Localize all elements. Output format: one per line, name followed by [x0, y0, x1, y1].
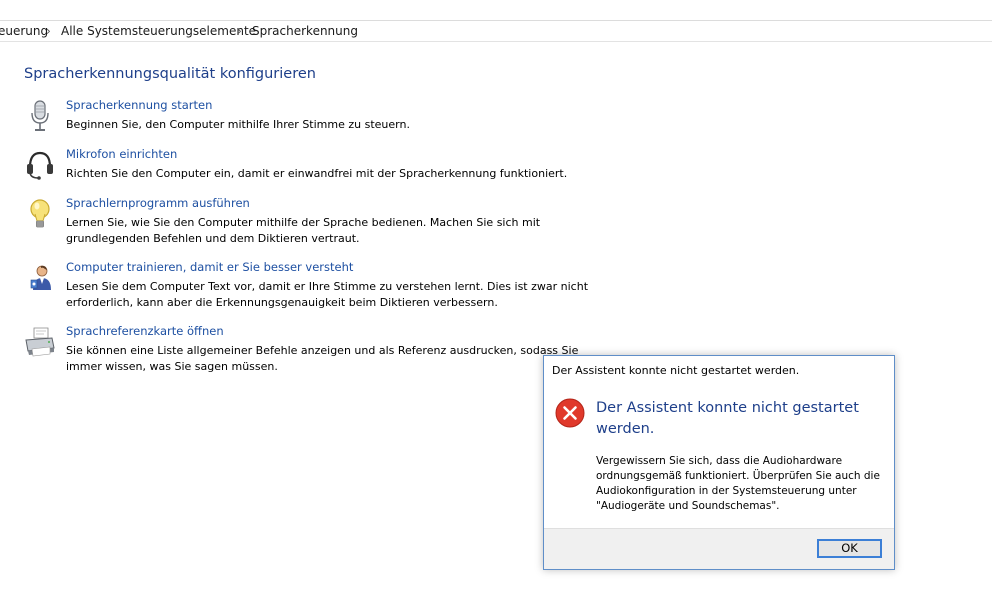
- breadcrumb-separator-icon: ›: [46, 24, 51, 38]
- train-computer-description: Lesen Sie dem Computer Text vor, damit e…: [66, 280, 589, 309]
- start-recognition-description: Beginnen Sie, den Computer mithilfe Ihre…: [66, 118, 410, 131]
- reference-card-link[interactable]: Sprachreferenzkarte öffnen: [66, 324, 224, 338]
- setup-microphone-description: Richten Sie den Computer ein, damit er e…: [66, 167, 568, 180]
- error-dialog: Der Assistent konnte nicht gestartet wer…: [543, 355, 895, 570]
- breadcrumb-item-spracherkennung[interactable]: Spracherkennung: [252, 24, 358, 38]
- breadcrumb-separator-icon: ›: [237, 24, 242, 38]
- ok-button[interactable]: OK: [817, 539, 882, 558]
- page-title: Spracherkennungsqualität konfigurieren: [24, 66, 316, 82]
- printer-icon: [22, 324, 58, 360]
- setup-microphone-link[interactable]: Mikrofon einrichten: [66, 147, 177, 161]
- breadcrumb: euerung › Alle Systemsteuerungselemente …: [0, 21, 992, 42]
- train-computer-link[interactable]: Computer trainieren, damit er Sie besser…: [66, 260, 353, 274]
- user-training-icon: [22, 260, 58, 296]
- microphone-icon: [22, 98, 58, 134]
- lightbulb-icon: [22, 196, 58, 232]
- reference-card-description: Sie können eine Liste allgemeiner Befehl…: [66, 344, 579, 373]
- tutorial-description: Lernen Sie, wie Sie den Computer mithilf…: [66, 216, 541, 245]
- tutorial-link[interactable]: Sprachlernprogramm ausführen: [66, 196, 250, 210]
- headset-icon: [22, 147, 58, 183]
- dialog-message: Vergewissern Sie sich, dass die Audiohar…: [596, 455, 880, 512]
- dialog-title: Der Assistent konnte nicht gestartet wer…: [552, 364, 800, 377]
- start-recognition-link[interactable]: Spracherkennung starten: [66, 98, 212, 112]
- dialog-footer: OK: [544, 528, 894, 569]
- dialog-heading: Der Assistent konnte nicht gestartet wer…: [596, 400, 859, 437]
- error-icon: [555, 398, 585, 428]
- breadcrumb-item-alle-elemente[interactable]: Alle Systemsteuerungselemente: [61, 24, 256, 38]
- breadcrumb-item-systemsteuerung[interactable]: euerung: [0, 24, 48, 38]
- window-top-strip: [0, 0, 992, 21]
